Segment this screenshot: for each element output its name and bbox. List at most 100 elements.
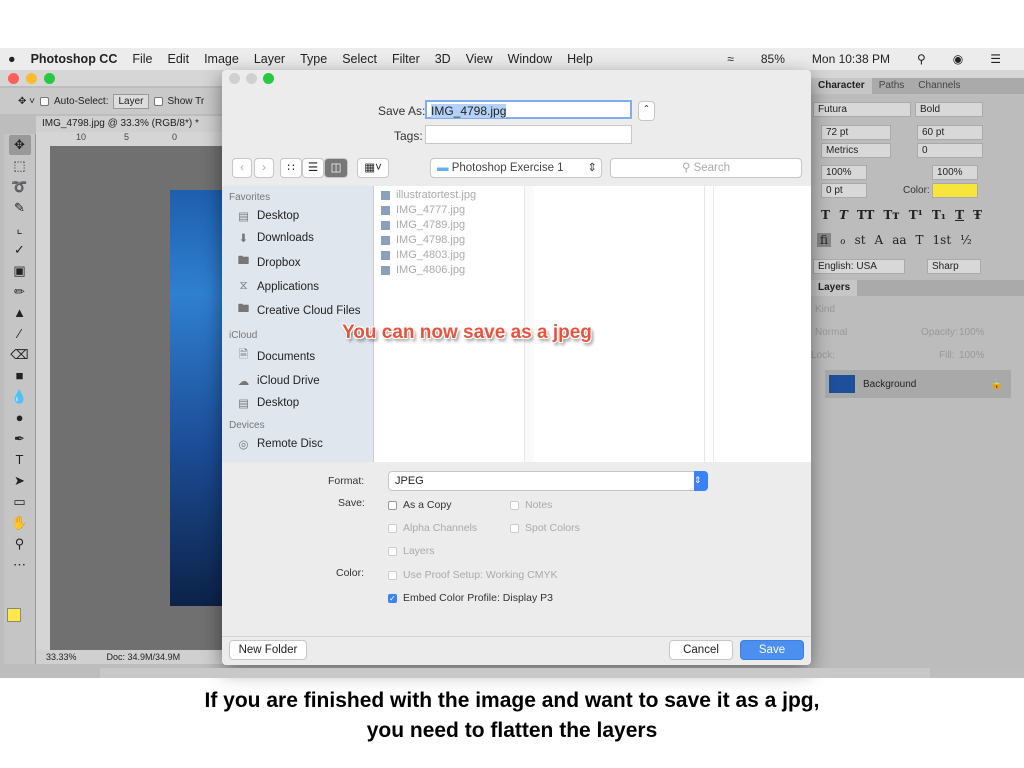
stamp-tool-icon[interactable]: ▲ <box>9 303 31 323</box>
spotlight-icon[interactable]: ⚲ <box>917 52 926 66</box>
file-item[interactable]: IMG_4798.jpg <box>374 233 811 248</box>
auto-select-checkbox[interactable] <box>40 96 49 106</box>
text-color-swatch[interactable] <box>932 183 978 198</box>
blend-mode-select[interactable]: Normal <box>815 327 847 338</box>
eraser-tool-icon[interactable]: ⌫ <box>9 345 31 365</box>
baseline-shift-input[interactable]: 0 pt <box>821 183 867 198</box>
foreground-color-swatch[interactable] <box>7 608 21 622</box>
dock[interactable] <box>100 668 930 678</box>
format-select[interactable]: JPEG ⇕ <box>388 471 708 491</box>
apple-menu-icon[interactable]: ● <box>8 52 16 66</box>
column-view-button[interactable]: ◫ <box>324 158 348 178</box>
dodge-tool-icon[interactable]: ● <box>9 408 31 428</box>
icon-view-button[interactable]: ∷ <box>280 158 302 178</box>
close-window-button[interactable] <box>8 73 19 84</box>
move-tool-icon[interactable]: ✥ ˅ <box>18 96 35 107</box>
swash-button[interactable]: A <box>875 233 884 247</box>
tracking-select[interactable]: 0 <box>917 143 983 158</box>
menu-image[interactable]: Image <box>204 52 239 66</box>
file-item[interactable]: IMG_4803.jpg <box>374 248 811 263</box>
underline-button[interactable]: T <box>955 208 964 222</box>
small-caps-button[interactable]: Tт <box>883 208 899 222</box>
menu-file[interactable]: File <box>132 52 152 66</box>
sidebar-item[interactable]: ☁ iCloud Drive <box>222 370 373 392</box>
sidebar-item[interactable]: ⧖ Applications <box>222 276 373 297</box>
horizontal-scale-input[interactable]: 100% <box>932 165 978 180</box>
show-transform-checkbox[interactable] <box>153 96 163 106</box>
path-select-tool-icon[interactable]: ➤ <box>9 471 31 491</box>
fill-input[interactable]: 100% <box>959 350 985 361</box>
font-style-select[interactable]: Bold <box>915 102 983 117</box>
back-button[interactable]: ‹ <box>232 158 252 178</box>
sidebar-item[interactable]: 🗎 Documents <box>222 343 373 370</box>
wifi-icon[interactable]: ≈ <box>727 52 734 66</box>
history-brush-tool-icon[interactable]: ⁄ <box>9 324 31 344</box>
rectangle-tool-icon[interactable]: ▭ <box>9 492 31 512</box>
quick-select-tool-icon[interactable]: ✎ <box>9 198 31 218</box>
opacity-input[interactable]: 100% <box>959 327 985 338</box>
sidebar-item[interactable]: ▤ Desktop <box>222 205 373 227</box>
ordinals-button[interactable]: 1st <box>933 233 952 247</box>
pen-tool-icon[interactable]: ✒ <box>9 429 31 449</box>
blur-tool-icon[interactable]: 💧 <box>9 387 31 407</box>
zoom-window-button[interactable] <box>44 73 55 84</box>
menu-window[interactable]: Window <box>508 52 552 66</box>
clock[interactable]: Mon 10:38 PM <box>812 52 890 66</box>
marquee-tool-icon[interactable]: ⬚ <box>9 156 31 176</box>
save-button[interactable]: Save <box>740 640 804 660</box>
old-style-button[interactable]: ℴ <box>840 233 846 247</box>
more-tools-icon[interactable]: ⋯ <box>9 555 31 575</box>
sidebar-item[interactable]: 🖿 Creative Cloud Files <box>222 297 373 324</box>
file-item[interactable]: IMG_4777.jpg <box>374 203 811 218</box>
column-divider[interactable] <box>704 186 714 462</box>
document-image[interactable] <box>170 190 222 606</box>
sidebar-item[interactable]: 🖿 Dropbox <box>222 249 373 276</box>
sidebar-item[interactable]: ◎ Remote Disc <box>222 433 373 455</box>
discretionary-ligatures-button[interactable]: st <box>855 233 866 247</box>
titling-button[interactable]: T <box>916 233 924 247</box>
layer-row[interactable]: Background 🔒 <box>825 370 1011 398</box>
file-item[interactable]: IMG_4789.jpg <box>374 218 811 233</box>
menu-view[interactable]: View <box>466 52 493 66</box>
menu-select[interactable]: Select <box>342 52 377 66</box>
fractions-button[interactable]: ½ <box>960 233 972 247</box>
document-tab[interactable]: IMG_4798.jpg @ 33.3% (RGB/8*) * <box>36 116 222 132</box>
as-copy-checkbox[interactable] <box>388 500 397 510</box>
forward-button[interactable]: › <box>254 158 274 178</box>
zoom-level[interactable]: 33.33% <box>46 652 77 662</box>
eyedropper-tool-icon[interactable]: ✓ <box>9 240 31 260</box>
spot-colors-checkbox[interactable] <box>510 523 519 533</box>
faux-italic-button[interactable]: T <box>839 208 848 222</box>
menu-type[interactable]: Type <box>300 52 327 66</box>
arrange-button[interactable]: ▦˅ <box>357 158 389 178</box>
auto-select-dropdown[interactable]: Layer <box>113 93 149 109</box>
brush-tool-icon[interactable]: ✏ <box>9 282 31 302</box>
menu-app[interactable]: Photoshop CC <box>31 52 118 66</box>
siri-icon[interactable]: ◉ <box>953 52 963 66</box>
superscript-button[interactable]: T¹ <box>909 208 923 222</box>
notification-center-icon[interactable]: ☰ <box>990 52 1001 66</box>
layer-kind-filter[interactable]: Kind <box>815 304 835 315</box>
cancel-button[interactable]: Cancel <box>669 640 733 660</box>
sidebar-item[interactable]: ▤ Desktop <box>222 392 373 414</box>
tab-character[interactable]: Character <box>811 78 872 94</box>
folder-location-select[interactable]: ▬ Photoshop Exercise 1 ⇕ <box>430 158 602 178</box>
zoom-tool-icon[interactable]: ⚲ <box>9 534 31 554</box>
tags-input[interactable] <box>425 125 632 144</box>
strikethrough-button[interactable]: Ŧ <box>973 208 982 222</box>
menu-edit[interactable]: Edit <box>168 52 190 66</box>
ligatures-button[interactable]: fi <box>817 233 832 247</box>
file-item[interactable]: IMG_4806.jpg <box>374 263 811 278</box>
list-view-button[interactable]: ☰ <box>302 158 324 178</box>
battery-percent[interactable]: 85% <box>761 52 785 66</box>
tab-channels[interactable]: Channels <box>911 78 967 94</box>
sidebar-item[interactable]: ⬇ Downloads <box>222 227 373 249</box>
tab-paths[interactable]: Paths <box>872 78 912 94</box>
search-field[interactable]: ⚲ Search <box>610 158 802 178</box>
embed-profile-checkbox[interactable]: ✓ <box>388 593 397 603</box>
gradient-tool-icon[interactable]: ■ <box>9 366 31 386</box>
anti-alias-select[interactable]: Sharp <box>927 259 981 274</box>
menu-filter[interactable]: Filter <box>392 52 420 66</box>
subscript-button[interactable]: T₁ <box>932 208 946 222</box>
all-caps-button[interactable]: TT <box>857 208 874 222</box>
